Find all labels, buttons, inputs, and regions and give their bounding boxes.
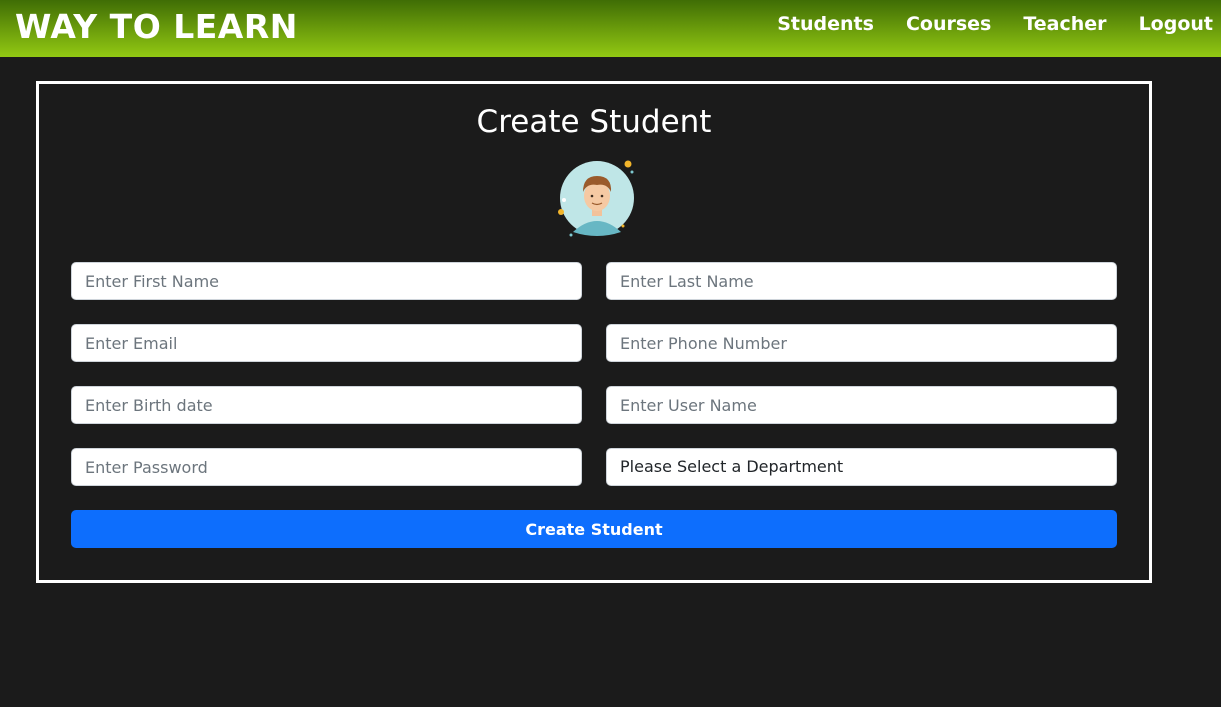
nav-link-students[interactable]: Students: [777, 13, 874, 35]
nav-links: Students Courses Teacher Logout: [745, 13, 1213, 35]
create-student-panel: Create Student Please Select a Departmen…: [36, 81, 1152, 583]
department-select[interactable]: Please Select a Department: [606, 448, 1117, 486]
phone-number-input[interactable]: [606, 324, 1117, 362]
nav-link-logout[interactable]: Logout: [1139, 13, 1213, 35]
create-student-button[interactable]: Create Student: [71, 510, 1117, 548]
user-name-input[interactable]: [606, 386, 1117, 424]
navbar: WAY TO LEARN Students Courses Teacher Lo…: [0, 0, 1221, 57]
last-name-input[interactable]: [606, 262, 1117, 300]
student-avatar-icon: [558, 160, 634, 237]
birth-date-input[interactable]: [71, 386, 582, 424]
page-title: Create Student: [476, 104, 712, 140]
password-input[interactable]: [71, 448, 582, 486]
first-name-input[interactable]: [71, 262, 582, 300]
brand-logo[interactable]: WAY TO LEARN: [15, 7, 298, 46]
nav-link-teacher[interactable]: Teacher: [1023, 13, 1106, 35]
email-input[interactable]: [71, 324, 582, 362]
nav-link-courses[interactable]: Courses: [906, 13, 991, 35]
